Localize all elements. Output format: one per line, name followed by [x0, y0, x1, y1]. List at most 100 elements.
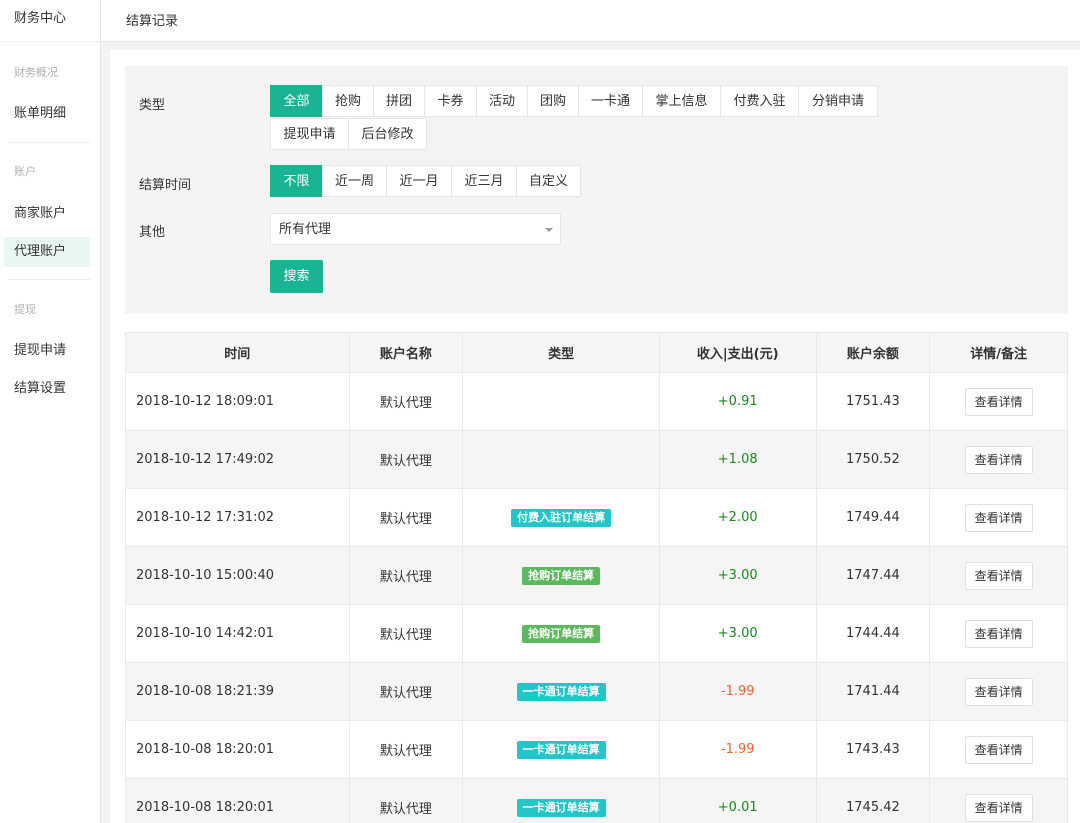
time-chip-last-month[interactable]: 近一月: [386, 165, 452, 197]
cell-time: 2018-10-12 18:09:01: [126, 373, 350, 430]
time-chip-last-week[interactable]: 近一周: [322, 165, 387, 197]
cell-account-name: 默认代理: [350, 663, 464, 720]
sidebar-item-merchant-account[interactable]: 商家账户: [4, 199, 90, 229]
cell-type: 一卡通订单结算: [463, 663, 660, 720]
cell-balance: 1745.42: [817, 779, 931, 823]
table-row: 2018-10-08 18:21:39 默认代理 一卡通订单结算 -1.99 1741.…: [126, 663, 1067, 721]
time-chip-unlimited[interactable]: 不限: [270, 165, 323, 197]
table-row: 2018-10-10 14:42:01 默认代理 抢购订单结算 +3.00 1744.4…: [126, 605, 1067, 663]
sidebar-divider: [8, 279, 90, 280]
cell-type: 付费入驻订单结算: [463, 489, 660, 546]
view-details-button[interactable]: 查看详情: [964, 619, 1033, 648]
top-header: 结算记录: [101, 0, 1080, 42]
type-chip-team-purchase[interactable]: 团购: [527, 85, 579, 117]
type-badge: 抢购订单结算: [522, 624, 601, 643]
cell-amount: +0.01: [660, 779, 817, 823]
table-row: 2018-10-08 18:20:01 默认代理 一卡通订单结算 -1.99 1743.…: [126, 721, 1067, 779]
type-chip-flash-sale[interactable]: 抢购: [322, 85, 374, 117]
cell-account-name: 默认代理: [350, 721, 464, 778]
view-details-button[interactable]: 查看详情: [964, 445, 1033, 474]
other-filter-label: 其他: [139, 225, 166, 240]
table-row: 2018-10-12 17:31:02 默认代理 付费入驻订单结算 +2.00 1749…: [126, 489, 1067, 547]
sidebar-item-agent-account[interactable]: 代理账户: [4, 237, 90, 267]
sidebar-item-settlement-settings[interactable]: 结算设置: [4, 374, 90, 404]
sidebar: 财务中心 财务概况 账单明细 账户 商家账户 代理账户 提现 提现申请 结算设置: [0, 0, 101, 823]
cell-balance: 1743.43: [817, 721, 931, 778]
table-body: 2018-10-12 18:09:01 默认代理 +0.91 1751.43 查看详情 2…: [126, 373, 1067, 823]
cell-balance: 1741.44: [817, 663, 931, 720]
type-chip-admin-edit[interactable]: 后台修改: [348, 118, 427, 150]
sidebar-divider: [8, 142, 90, 143]
type-badge: 抢购订单结算: [522, 566, 601, 585]
time-chip-last-three-months[interactable]: 近三月: [451, 165, 517, 197]
cell-time: 2018-10-10 14:42:01: [126, 605, 350, 662]
view-details-button[interactable]: 查看详情: [964, 735, 1033, 764]
sidebar-group-overview: 财务概况: [14, 66, 58, 79]
cell-details: 查看详情: [930, 489, 1067, 546]
cell-time: 2018-10-12 17:31:02: [126, 489, 350, 546]
type-chip-all[interactable]: 全部: [270, 85, 323, 117]
cell-account-name: 默认代理: [350, 489, 464, 546]
cell-type: [463, 431, 660, 488]
cell-balance: 1747.44: [817, 547, 931, 604]
sidebar-item-bill-details[interactable]: 账单明细: [4, 99, 90, 129]
type-chip-withdraw-apply[interactable]: 提现申请: [270, 118, 349, 150]
cell-type: 一卡通订单结算: [463, 779, 660, 823]
cell-details: 查看详情: [930, 547, 1067, 604]
cell-time: 2018-10-08 18:20:01: [126, 779, 350, 823]
type-badge: 付费入驻订单结算: [511, 508, 612, 527]
type-chip-palm-info[interactable]: 掌上信息: [642, 85, 721, 117]
cell-amount: +3.00: [660, 547, 817, 604]
cell-type: 抢购订单结算: [463, 547, 660, 604]
agent-select[interactable]: 所有代理: [270, 213, 561, 245]
cell-account-name: 默认代理: [350, 547, 464, 604]
column-header-details: 详情/备注: [970, 347, 1028, 362]
cell-details: 查看详情: [930, 605, 1067, 662]
main-panel: 类型 全部 抢购 拼团 卡券 活动 团购 一卡通 掌上信息 付费入驻 分销申请 …: [110, 50, 1080, 823]
cell-time: 2018-10-10 15:00:40: [126, 547, 350, 604]
cell-balance: 1749.44: [817, 489, 931, 546]
cell-amount: -1.99: [660, 663, 817, 720]
type-chip-one-card[interactable]: 一卡通: [578, 85, 643, 117]
view-details-button[interactable]: 查看详情: [964, 387, 1033, 416]
column-header-amount: 收入|支出(元): [660, 333, 817, 372]
cell-amount: +0.91: [660, 373, 817, 430]
sidebar-group-account: 账户: [14, 165, 36, 178]
type-filter-label: 类型: [139, 98, 166, 113]
time-filter-label: 结算时间: [139, 178, 192, 193]
table-row: 2018-10-12 18:09:01 默认代理 +0.91 1751.43 查看详情: [126, 373, 1067, 431]
type-badge: 一卡通订单结算: [516, 798, 606, 817]
table-row: 2018-10-12 17:49:02 默认代理 +1.08 1750.52 查看详情: [126, 431, 1067, 489]
time-chip-custom[interactable]: 自定义: [516, 165, 581, 197]
cell-details: 查看详情: [930, 721, 1067, 778]
column-header-account-name: 账户名称: [350, 333, 464, 372]
view-details-button[interactable]: 查看详情: [964, 793, 1033, 822]
cell-time: 2018-10-12 17:49:02: [126, 431, 350, 488]
type-chip-distribution-apply[interactable]: 分销申请: [798, 85, 878, 117]
cell-time: 2018-10-08 18:20:01: [126, 721, 350, 778]
cell-account-name: 默认代理: [350, 605, 464, 662]
cell-balance: 1751.43: [817, 373, 931, 430]
type-chip-activity[interactable]: 活动: [476, 85, 528, 117]
cell-amount: +1.08: [660, 431, 817, 488]
view-details-button[interactable]: 查看详情: [964, 677, 1033, 706]
type-chip-paid-entry[interactable]: 付费入驻: [720, 85, 799, 117]
cell-details: 查看详情: [930, 431, 1067, 488]
cell-amount: +3.00: [660, 605, 817, 662]
sidebar-item-withdraw-request[interactable]: 提现申请: [4, 336, 90, 366]
cell-balance: 1750.52: [817, 431, 931, 488]
filter-panel: 类型 全部 抢购 拼团 卡券 活动 团购 一卡通 掌上信息 付费入驻 分销申请 …: [125, 66, 1068, 314]
cell-account-name: 默认代理: [350, 373, 464, 430]
cell-time: 2018-10-08 18:21:39: [126, 663, 350, 720]
sidebar-group-withdraw: 提现: [14, 303, 36, 316]
table-row: 2018-10-08 18:20:01 默认代理 一卡通订单结算 +0.01 1745.…: [126, 779, 1067, 823]
view-details-button[interactable]: 查看详情: [964, 561, 1033, 590]
cell-type: 一卡通订单结算: [463, 721, 660, 778]
search-button[interactable]: 搜索: [270, 260, 323, 293]
view-details-button[interactable]: 查看详情: [964, 503, 1033, 532]
type-chip-group-buy[interactable]: 拼团: [373, 85, 425, 117]
cell-details: 查看详情: [930, 373, 1067, 430]
type-chip-coupon[interactable]: 卡券: [424, 85, 477, 117]
settlement-table: 时间 账户名称 类型 收入|支出(元) 账户余额 详情/备注 2018-10-1…: [125, 332, 1068, 823]
agent-select-value: 所有代理: [279, 222, 332, 237]
